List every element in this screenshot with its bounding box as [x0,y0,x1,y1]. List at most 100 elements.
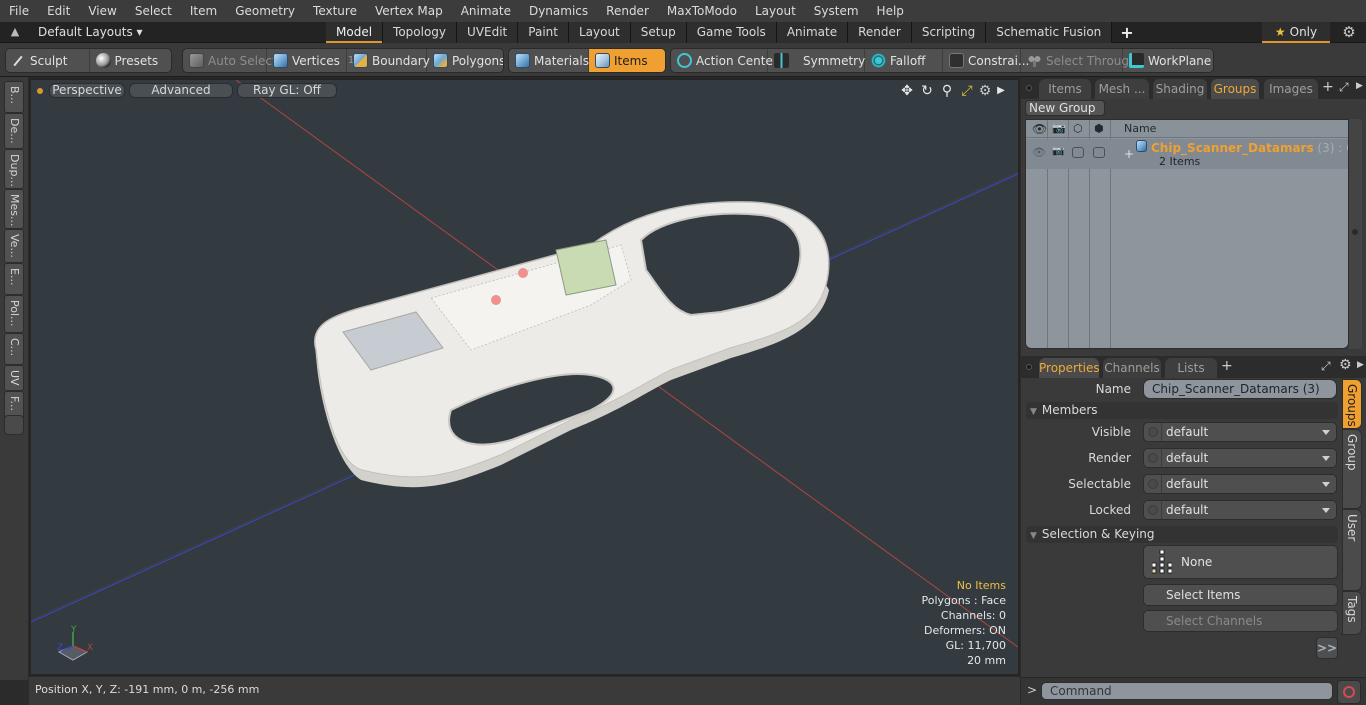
menu-geometry[interactable]: Geometry [226,0,304,22]
name-input[interactable]: Chip_Scanner_Datamars (3) [1143,379,1337,399]
menu-vertex-map[interactable]: Vertex Map [366,0,452,22]
render-keyframe-radio[interactable] [1148,453,1158,463]
tab-model[interactable]: Model [326,22,384,43]
falloff-button[interactable]: Falloff [865,49,943,72]
select-through-button[interactable]: Select Through [1021,49,1137,72]
side-tab-tags[interactable]: Tags [1342,591,1362,635]
row-render-camera-icon[interactable]: 📷 [1052,146,1064,157]
panel-menu-arrow-icon[interactable]: ▶ [1356,81,1363,91]
left-tab-basic[interactable]: B... [4,81,24,113]
row-visibility-eye-icon[interactable]: 👁 [1032,146,1046,159]
tab-groups[interactable]: Groups [1211,79,1259,99]
none-button[interactable]: None [1143,545,1338,579]
selectable-keyframe-radio[interactable] [1148,479,1158,489]
menu-edit[interactable]: Edit [38,0,79,22]
selection-keying-section-header[interactable]: ▼ Selection & Keying [1026,526,1338,543]
tab-paint[interactable]: Paint [518,22,569,43]
tab-animate[interactable]: Animate [776,22,849,43]
expand-group-icon[interactable]: + [1124,147,1134,161]
select-column-cube-icon[interactable]: ⬡ [1073,122,1083,135]
only-toggle[interactable]: ★ Only [1262,22,1330,43]
presets-button[interactable]: Presets [90,49,172,72]
boundary-button[interactable]: Boundary [347,49,430,72]
shading-dropdown[interactable]: Advanced [129,83,233,98]
layout-dropdown[interactable]: Default Layouts ▾ [38,24,143,41]
menu-render[interactable]: Render [597,0,658,22]
locked-keyframe-radio[interactable] [1148,505,1158,515]
menu-layout[interactable]: Layout [746,0,805,22]
select-channels-button[interactable]: Select Channels [1143,610,1338,632]
expand-panel-icon[interactable]: ⤢ [1339,80,1349,95]
locked-dropdown[interactable]: default [1143,500,1337,520]
properties-menu-arrow-icon[interactable]: ▶ [1357,360,1364,370]
auto-select-button[interactable]: Auto Select [183,49,277,72]
menu-dynamics[interactable]: Dynamics [520,0,597,22]
tab-schematic-fusion[interactable]: Schematic Fusion [986,22,1113,43]
maximize-view-icon[interactable]: ⤢ [958,82,976,100]
tab-scripting[interactable]: Scripting [911,22,987,43]
tab-images[interactable]: Images [1264,79,1318,99]
move-view-icon[interactable]: ✥ [898,82,916,100]
left-tab-edge[interactable]: E... [4,263,24,295]
tab-lists[interactable]: Lists [1165,358,1217,378]
group-name[interactable]: Chip_Scanner_Datamars (3) : Gr ... [1151,141,1348,155]
panel-options-dot[interactable] [1026,85,1032,91]
tab-game-tools[interactable]: Game Tools [686,22,777,43]
menu-view[interactable]: View [79,0,125,22]
command-input[interactable]: Command [1041,682,1333,700]
vertices-button[interactable]: Vertices 1 [267,49,354,72]
groups-list-scrollbar[interactable] [1349,119,1362,349]
render-column-camera-icon[interactable]: 📷 [1052,122,1066,135]
gear-icon[interactable]: ⚙ [1340,23,1358,41]
menu-texture[interactable]: Texture [304,0,366,22]
constraints-button[interactable]: Constrai... [943,49,1029,72]
record-macro-button[interactable] [1337,680,1361,704]
polygons-button[interactable]: Polygons [427,49,503,72]
menu-maxtomodo[interactable]: MaxToModo [658,0,746,22]
new-group-button[interactable]: New Group [1025,100,1105,116]
tab-mesh[interactable]: Mesh ... [1095,79,1149,99]
workplane-button[interactable]: WorkPlane [1123,49,1213,72]
3d-viewport[interactable]: Y X Z Perspective Advanced Ray GL: Off ✥… [29,78,1020,676]
add-properties-tab-icon[interactable]: + [1221,358,1233,374]
visible-dropdown[interactable]: default [1143,422,1337,442]
row-select-checkbox[interactable] [1072,147,1084,158]
tab-channels[interactable]: Channels [1103,358,1161,378]
scroll-handle[interactable] [1352,229,1358,235]
materials-button[interactable]: Materials [509,49,589,72]
menu-help[interactable]: Help [868,0,913,22]
render-dropdown[interactable]: default [1143,448,1337,468]
select-items-button[interactable]: Select Items [1143,584,1338,606]
left-tab-polygon[interactable]: Pol... [4,295,24,333]
tab-topology[interactable]: Topology [383,22,458,43]
expand-properties-icon[interactable]: ⤢ [1321,359,1331,374]
viewport-options-dot[interactable] [37,88,43,94]
left-tab-uv[interactable]: UV [4,365,24,391]
name-column-header[interactable]: Name [1124,122,1156,135]
members-section-header[interactable]: ▼ Members [1026,402,1338,419]
symmetry-button[interactable]: Symmetry [768,49,865,72]
left-tab-duplicate[interactable]: Dup... [4,149,24,189]
tab-render[interactable]: Render [848,22,912,43]
more-button[interactable]: >> [1316,637,1338,659]
side-tab-groups[interactable]: Groups [1342,379,1362,429]
row-lock-checkbox[interactable] [1093,147,1105,158]
left-tab-vertex[interactable]: Ve... [4,229,24,263]
menu-select[interactable]: Select [126,0,181,22]
tab-shading[interactable]: Shading [1153,79,1207,99]
menu-item[interactable]: Item [181,0,226,22]
action-center-button[interactable]: Action Center [671,49,778,72]
properties-options-dot[interactable] [1026,364,1032,370]
menu-system[interactable]: System [805,0,868,22]
left-tab-deform[interactable]: De... [4,113,24,149]
group-row[interactable]: 👁 📷 + Chip_Scanner_Datamars (3) : Gr ...… [1026,139,1348,169]
chip-scanner-model[interactable] [314,201,830,488]
viewport-expand-arrow-icon[interactable]: ▶ [992,82,1010,100]
side-tab-group-display[interactable]: Group Display [1342,429,1362,509]
tab-layout[interactable]: Layout [568,22,631,43]
items-button[interactable]: Items 5 [589,49,665,72]
zoom-view-icon[interactable]: ⚲ [938,82,956,100]
tab-properties[interactable]: Properties [1039,358,1100,378]
collapse-up-icon[interactable]: ▲ [8,25,22,39]
left-tab-extra-button[interactable] [4,415,24,435]
